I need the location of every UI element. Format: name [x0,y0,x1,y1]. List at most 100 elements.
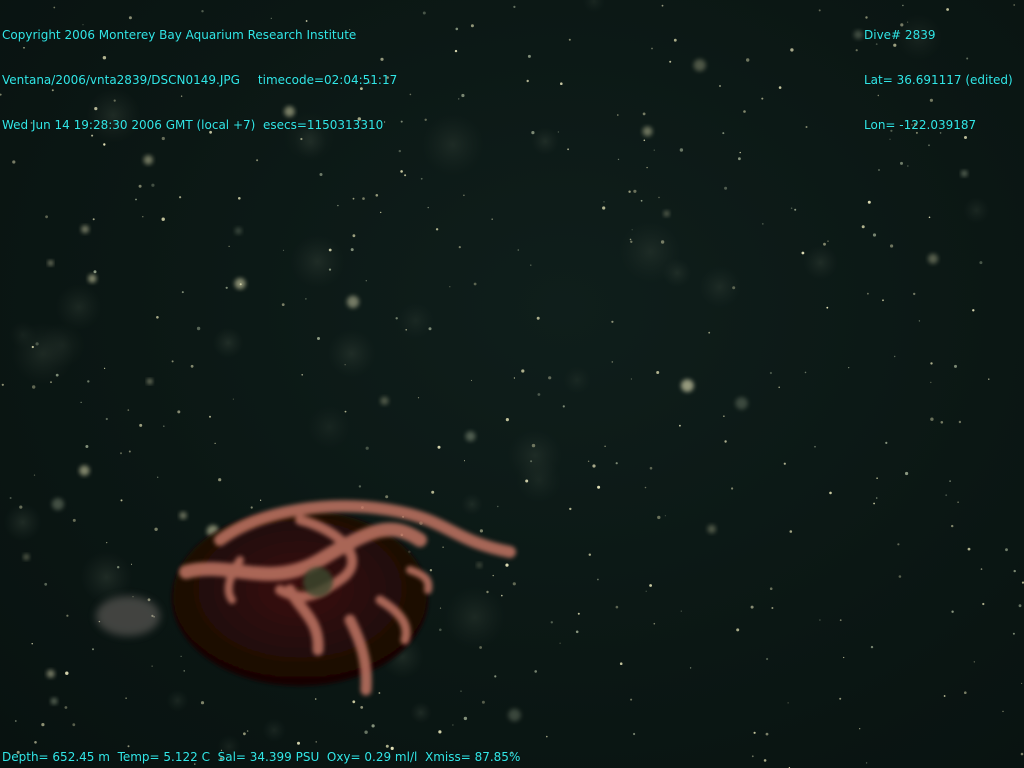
marine-snow-particle [649,584,652,587]
marine-snow-particle [814,445,816,448]
marine-snow-particle [823,242,826,246]
marine-snow-particle [651,47,653,50]
marine-snow-particle [106,542,108,544]
marine-snow-particle [358,485,362,488]
marine-snow-particle [163,425,165,428]
marine-snow-particle [630,378,633,380]
marine-snow-particle [93,270,97,274]
marine-snow-particle [859,728,861,730]
marine-snow-particle [154,527,158,531]
marine-snow-particle [180,655,182,657]
marine-snow-particle [826,306,829,309]
marine-snow-particle [631,229,633,231]
marine-snow-particle [679,148,684,152]
marine-snow-particle [81,225,89,234]
marine-snow-particle [769,371,773,375]
marine-snow-particle [442,546,444,548]
marine-snow-particle [400,170,403,173]
marine-snow-particle [611,320,614,323]
marine-snow-particle [491,218,494,220]
marine-snow-particle [738,157,741,161]
marine-snow-particle [818,9,821,12]
marine-snow-particle [64,706,68,709]
marine-snow-particle [707,524,716,534]
marine-snow-particle [789,530,793,533]
marine-snow-particle [530,460,533,463]
marine-snow-particle [497,505,499,508]
bokeh-particle [422,114,484,176]
marine-snow-particle [878,169,880,171]
marine-snow-particle [461,93,465,98]
marine-snow-particle [80,401,82,403]
marine-snow-particle [179,196,182,199]
bokeh-particle [308,405,351,449]
marine-snow-particle [232,398,234,400]
marine-snow-particle [218,478,222,482]
marine-snow-particle [317,337,320,340]
marine-snow-particle [867,200,871,204]
marine-snow-particle [117,566,120,569]
marine-snow-particle [19,505,23,509]
marine-snow-particle [147,378,153,385]
marine-snow-particle [315,741,317,743]
marine-snow-particle [365,446,369,450]
marine-snow-particle [352,234,356,238]
marine-snow-particle [214,442,216,444]
marine-snow-particle [471,379,472,381]
datetime-row: Wed Jun 14 19:28:30 2006 GMT (local +7) … [2,118,397,133]
marine-snow-particle [420,177,423,180]
marine-snow-particle [630,240,633,243]
marine-snow-particle [1012,632,1015,635]
jellyfish [96,500,516,696]
marine-snow-particle [765,732,769,736]
marine-snow-particle [517,249,520,251]
marine-snow-particle [722,132,725,135]
marine-snow-particle [708,331,711,334]
dive-number-text: Dive# 2839 [864,28,936,42]
marine-snow-particle [839,619,842,622]
marine-snow-particle [72,518,76,522]
marine-snow-particle [787,702,789,704]
marine-snow-particle [138,184,142,188]
marine-snow-particle [250,506,253,509]
marine-snow-particle [567,148,569,151]
marine-snow-particle [297,741,300,745]
marine-snow-particle [364,730,368,734]
marine-snow-particle [463,194,465,197]
marine-snow-particle [481,700,485,704]
marine-snow-particle [328,248,332,252]
marine-snow-particle [439,628,442,632]
marine-snow-particle [973,661,975,663]
marine-snow-particle [673,38,677,42]
marine-snow-particle [234,278,246,290]
marine-snow-particle [33,474,36,476]
marine-snow-particle [225,286,228,289]
marine-snow-particle [982,602,985,606]
marine-snow-particle [352,197,355,200]
marine-snow-particle [587,460,590,462]
marine-snow-particle [34,741,37,744]
marine-snow-particle [681,379,694,392]
marine-snow-particle [344,364,346,366]
marine-snow-particle [898,575,902,578]
depth-text: Depth= 652.45 m [2,750,110,764]
marine-snow-particle [508,708,521,722]
marine-snow-particle [569,507,572,511]
marine-snow-particle [945,494,948,497]
marine-snow-particle [804,371,807,374]
marine-snow-particle [979,261,983,265]
marine-snow-particle [494,675,497,678]
marine-snow-particle [512,582,516,586]
marine-snow-particle [646,166,648,169]
marine-snow-particle [127,409,130,411]
marine-snow-particle [534,670,537,673]
marine-snow-particle [235,227,242,235]
marine-snow-particle [954,364,957,368]
marine-snow-particle [260,499,262,501]
marine-snow-particle [362,197,365,200]
bokeh-particle [11,322,74,385]
marine-snow-particle [751,755,754,758]
marine-snow-particle [575,630,579,634]
marine-snow-particle [657,515,661,520]
marine-snow-particle [882,299,884,302]
